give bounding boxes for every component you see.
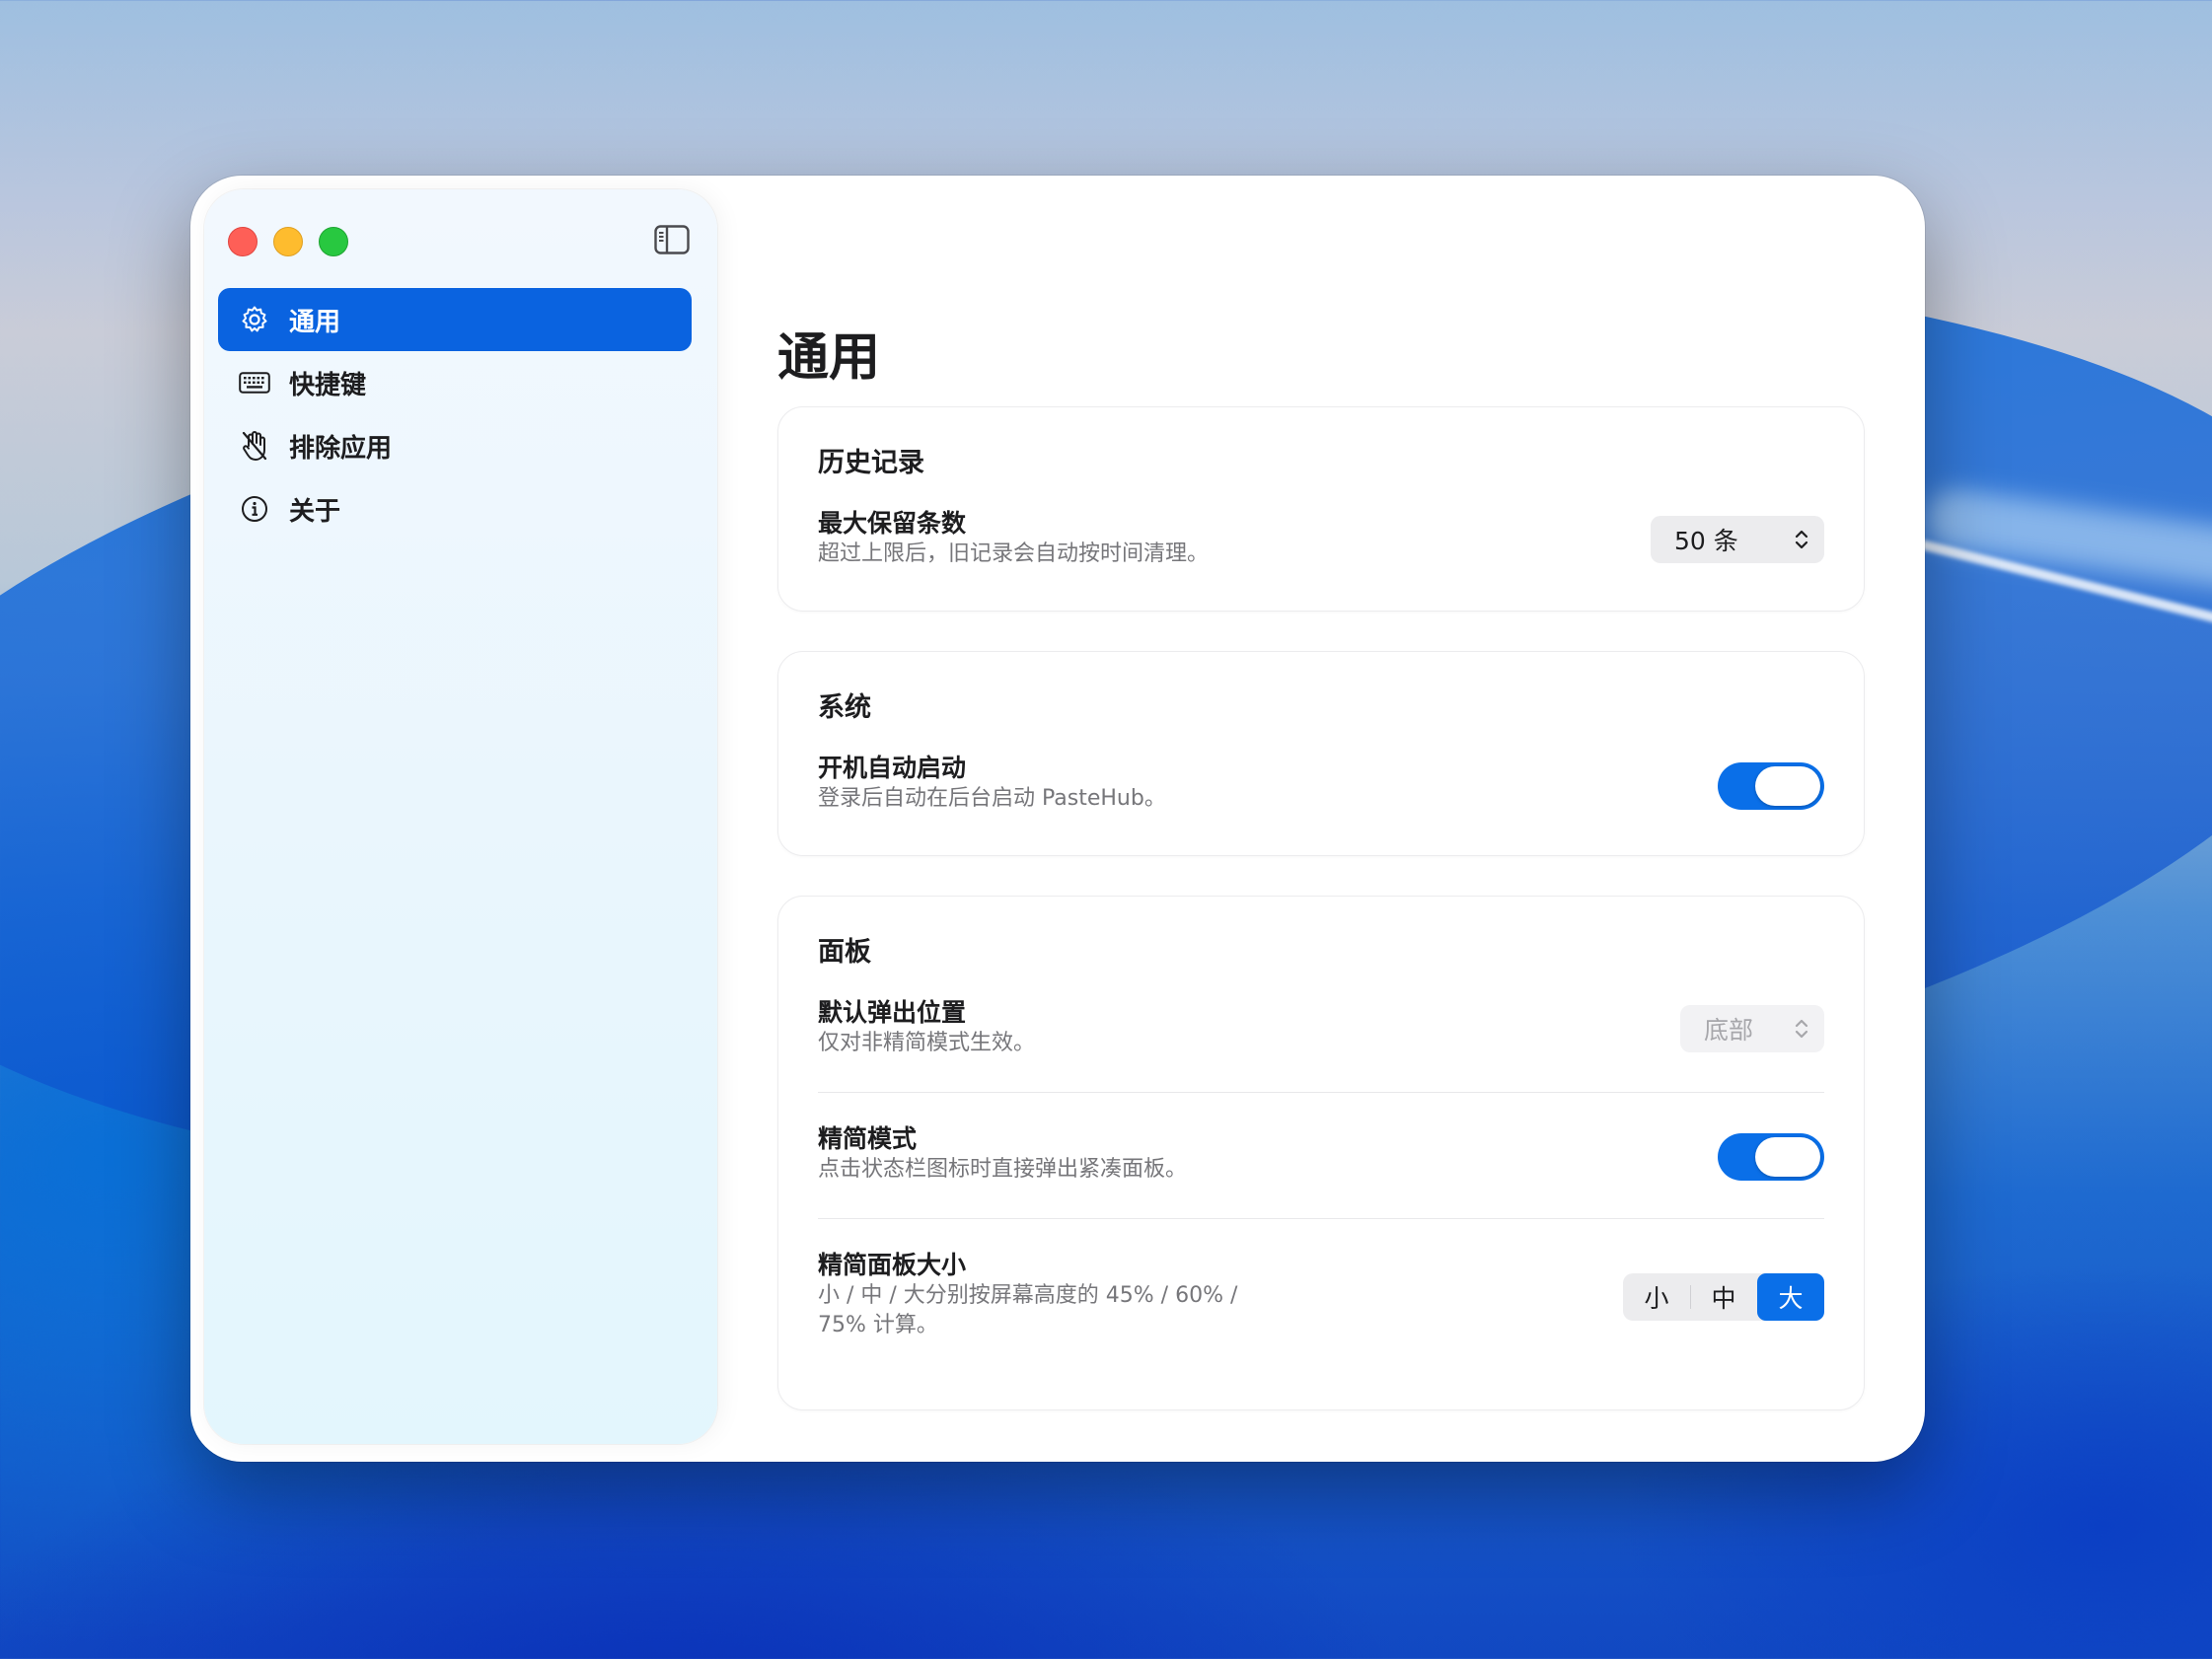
section-title: 历史记录 — [818, 448, 924, 478]
chevron-up-down-icon — [1795, 530, 1808, 549]
keyboard-icon — [238, 366, 271, 399]
segment-separator — [1690, 1285, 1691, 1309]
sidebar-item-general[interactable]: 通用 — [218, 288, 692, 351]
section-title: 系统 — [818, 692, 871, 723]
row-divider — [818, 1092, 1824, 1093]
history-card: 历史记录 最大保留条数 超过上限后，旧记录会自动按时间清理。 50 条 — [777, 406, 1865, 612]
compact-mode-toggle[interactable] — [1718, 1133, 1824, 1181]
max-entries-select[interactable]: 50 条 — [1651, 516, 1824, 563]
panel-card: 面板 默认弹出位置 仅对非精简模式生效。 底部 精简模式 点击状态栏图标时直接弹… — [777, 896, 1865, 1410]
launch-at-login-label: 开机自动启动 — [818, 754, 967, 782]
system-card: 系统 开机自动启动 登录后自动在后台启动 PasteHub。 — [777, 651, 1865, 856]
sidebar-item-label: 快捷键 — [289, 370, 367, 400]
settings-window: 通用 快捷键 排除应用 关于 通用 历史记录 最大保留条数 超过上限后，旧记录会… — [190, 176, 1925, 1462]
popup-position-desc: 仅对非精简模式生效。 — [818, 1031, 1036, 1055]
sidebar-item-about[interactable]: 关于 — [218, 477, 692, 541]
section-title: 面板 — [818, 937, 871, 968]
toggle-knob — [1755, 1137, 1820, 1177]
compact-size-label: 精简面板大小 — [818, 1251, 967, 1279]
compact-size-desc-line2: 75% 计算。 — [818, 1313, 938, 1337]
select-value: 50 条 — [1674, 527, 1738, 555]
compact-mode-label: 精简模式 — [818, 1124, 918, 1153]
zoom-window-button[interactable] — [319, 227, 348, 256]
select-value: 底部 — [1704, 1016, 1754, 1045]
sidebar-item-shortcuts[interactable]: 快捷键 — [218, 351, 692, 414]
sidebar: 通用 快捷键 排除应用 关于 — [204, 189, 717, 1444]
compact-mode-desc: 点击状态栏图标时直接弹出紧凑面板。 — [818, 1157, 1188, 1182]
sidebar-nav: 通用 快捷键 排除应用 关于 — [218, 288, 692, 541]
popup-position-label: 默认弹出位置 — [818, 998, 967, 1027]
sidebar-toggle-icon[interactable] — [654, 225, 690, 254]
info-circle-icon — [238, 492, 271, 526]
close-window-button[interactable] — [228, 227, 258, 256]
launch-at-login-desc: 登录后自动在后台启动 PasteHub。 — [818, 786, 1166, 811]
toggle-knob — [1755, 766, 1820, 806]
compact-size-segmented-control[interactable]: 小 中 大 — [1623, 1273, 1824, 1321]
sidebar-item-label: 关于 — [289, 496, 341, 527]
chevron-up-down-icon — [1795, 1019, 1808, 1039]
compact-size-option-large[interactable]: 大 — [1757, 1273, 1824, 1321]
hand-raised-slash-icon — [238, 429, 271, 463]
max-entries-label: 最大保留条数 — [818, 509, 967, 538]
gear-icon — [238, 303, 271, 336]
page-title: 通用 — [777, 328, 881, 388]
launch-at-login-toggle[interactable] — [1718, 762, 1824, 810]
max-entries-desc: 超过上限后，旧记录会自动按时间清理。 — [818, 541, 1210, 566]
popup-position-select[interactable]: 底部 — [1680, 1005, 1824, 1052]
sidebar-item-label: 通用 — [289, 307, 341, 337]
row-divider — [818, 1218, 1824, 1219]
sidebar-item-label: 排除应用 — [289, 433, 393, 464]
sidebar-item-excluded-apps[interactable]: 排除应用 — [218, 414, 692, 477]
compact-size-option-small[interactable]: 小 — [1623, 1273, 1690, 1321]
minimize-window-button[interactable] — [273, 227, 303, 256]
compact-size-option-medium[interactable]: 中 — [1690, 1273, 1757, 1321]
compact-size-desc-line1: 小 / 中 / 大分别按屏幕高度的 45% / 60% / — [818, 1283, 1238, 1308]
